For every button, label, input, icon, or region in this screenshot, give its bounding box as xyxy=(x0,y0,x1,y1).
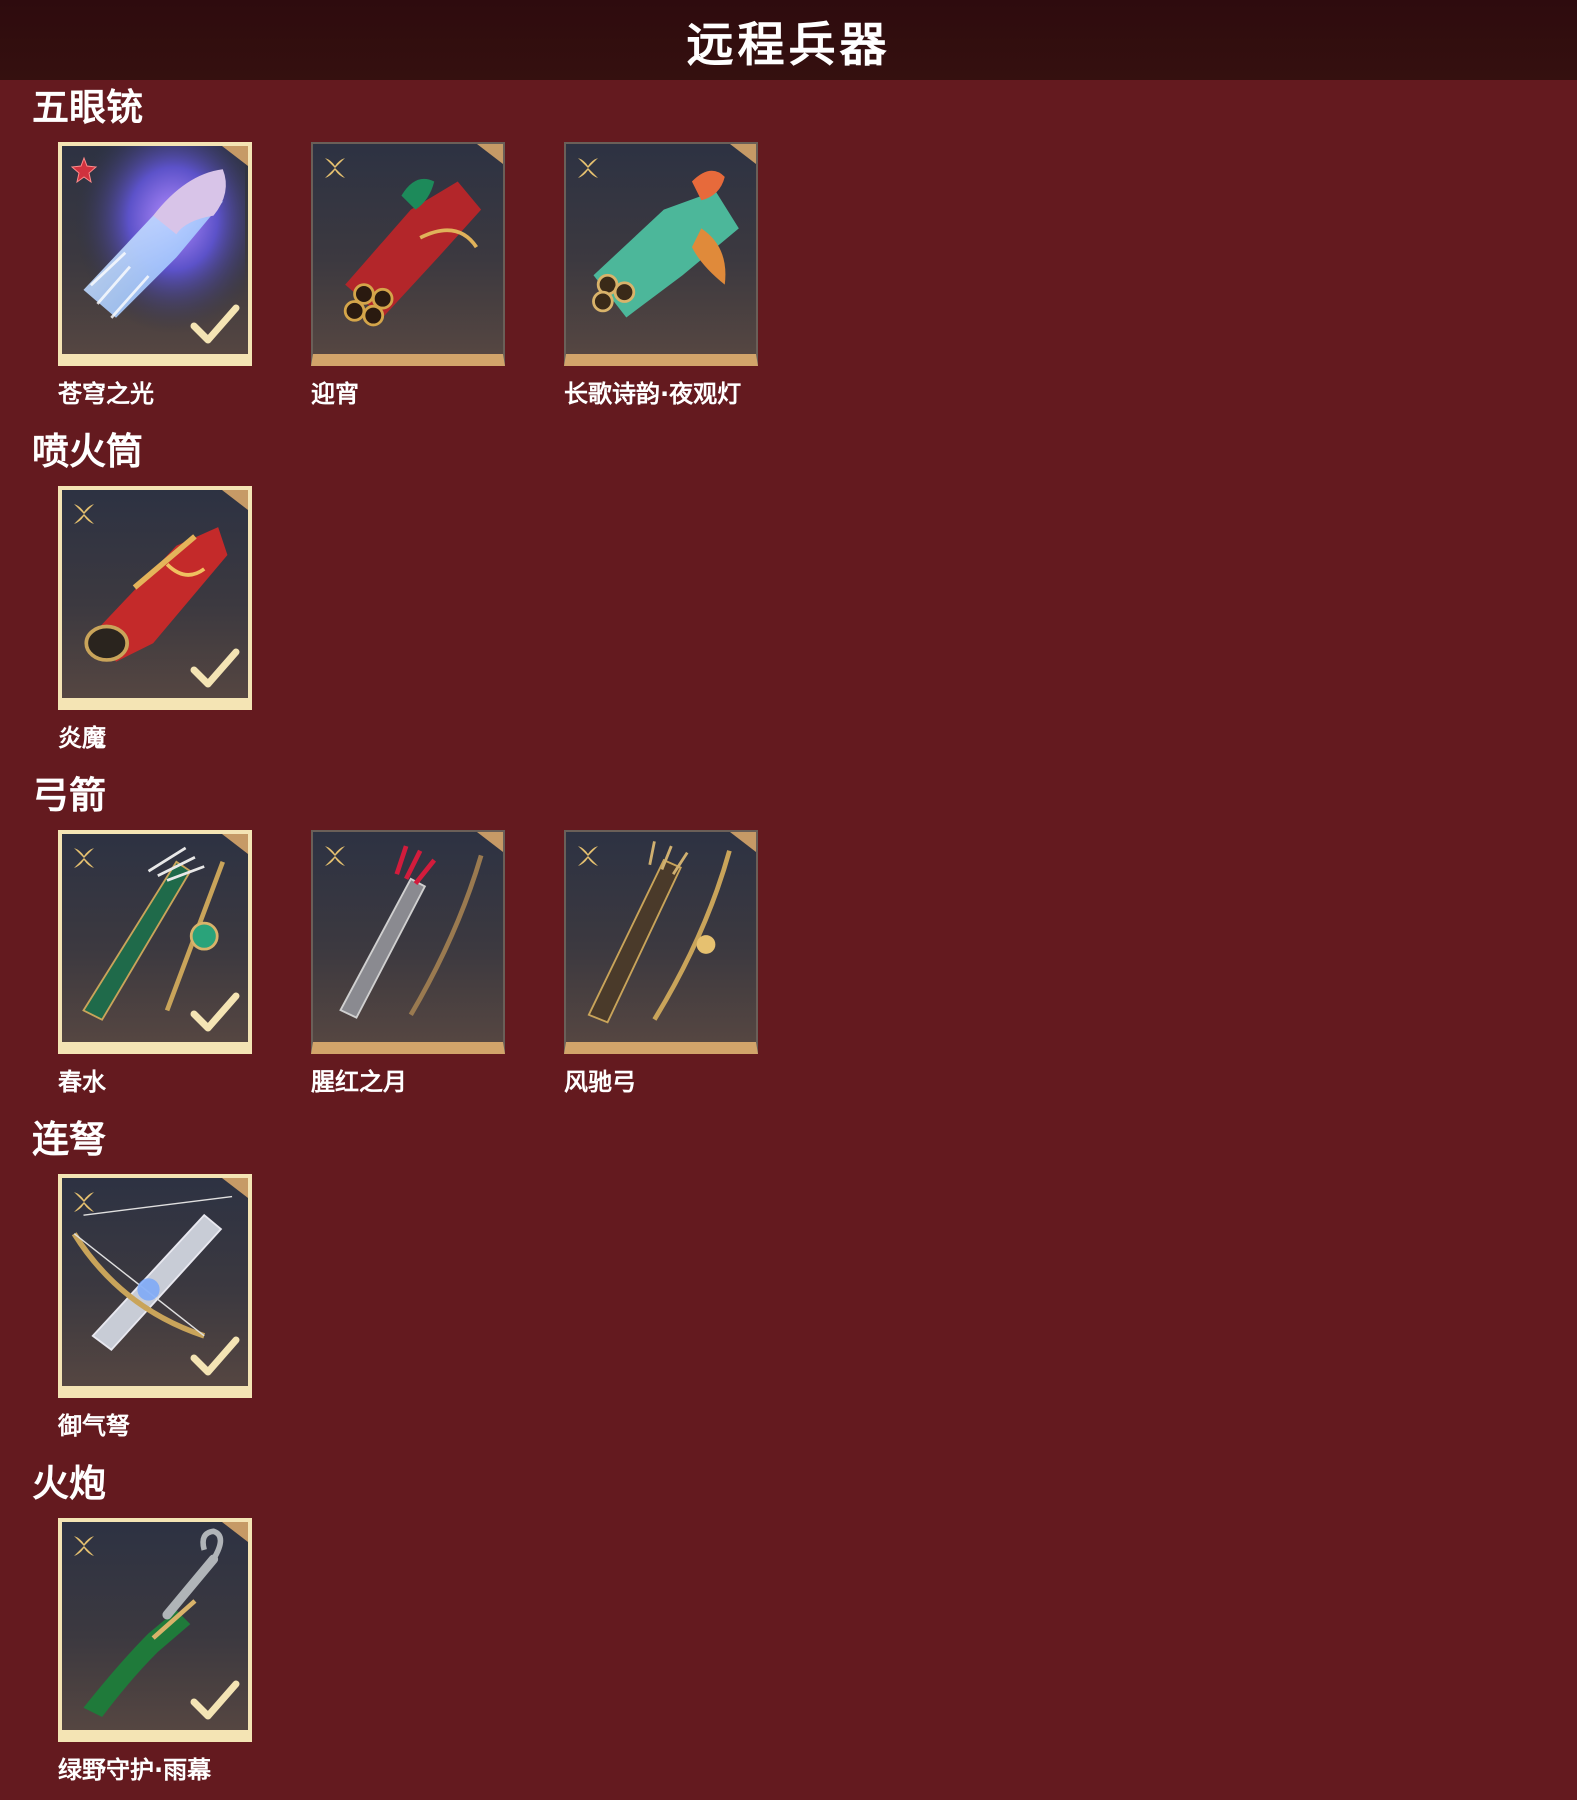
page-title: 远程兵器 xyxy=(686,17,891,73)
checkmark-icon xyxy=(190,304,240,344)
weapon-item[interactable]: 绿野守护·雨幕 xyxy=(58,1518,252,1785)
weapon-item[interactable]: 春水 xyxy=(58,830,252,1097)
section-cannon: 火炮 绿野守护·雨幕 xyxy=(0,1462,1577,1785)
red-star-icon xyxy=(70,156,98,184)
gold-flower-icon xyxy=(325,158,345,178)
gold-flower-icon xyxy=(325,846,345,866)
section-title: 连弩 xyxy=(32,1118,106,1161)
weapon-item[interactable]: 炎魔 xyxy=(58,486,252,753)
gold-flower-icon xyxy=(578,846,598,866)
weapon-card[interactable] xyxy=(58,1518,252,1742)
gold-flower-icon xyxy=(74,1536,94,1556)
weapon-item[interactable]: 长歌诗韵·夜观灯 xyxy=(564,142,758,409)
weapon-card[interactable] xyxy=(58,830,252,1054)
weapon-item[interactable]: 御气弩 xyxy=(58,1174,252,1441)
weapon-item[interactable]: 苍穹之光 xyxy=(58,142,252,409)
weapon-name: 风驰弓 xyxy=(564,1068,636,1096)
gold-flower-icon xyxy=(578,158,598,178)
weapon-name: 苍穹之光 xyxy=(58,380,154,408)
weapon-item[interactable]: 腥红之月 xyxy=(311,830,505,1097)
weapon-card[interactable] xyxy=(58,486,252,710)
weapon-item[interactable]: 迎宵 xyxy=(311,142,505,409)
weapon-card[interactable] xyxy=(311,830,505,1054)
checkmark-icon xyxy=(190,992,240,1032)
weapon-name: 迎宵 xyxy=(311,380,359,408)
weapon-card[interactable] xyxy=(564,142,758,366)
section-bow: 弓箭 春水 腥红之月 风驰弓 xyxy=(0,774,1577,1097)
weapon-card[interactable] xyxy=(311,142,505,366)
weapon-item[interactable]: 风驰弓 xyxy=(564,830,758,1097)
weapon-card[interactable] xyxy=(564,830,758,1054)
gold-flower-icon xyxy=(74,848,94,868)
checkmark-icon xyxy=(190,1336,240,1376)
page-header: 远程兵器 xyxy=(0,0,1577,80)
weapon-card[interactable] xyxy=(58,1174,252,1398)
section-title: 喷火筒 xyxy=(32,430,143,473)
weapon-name: 绿野守护·雨幕 xyxy=(58,1756,212,1784)
weapon-name: 春水 xyxy=(58,1068,106,1096)
checkmark-icon xyxy=(190,648,240,688)
weapon-card[interactable] xyxy=(58,142,252,366)
section-five-barrel-gun: 五眼铳 苍穹之光 迎宵 长歌诗韵·夜观灯 xyxy=(0,86,1577,409)
section-flamethrower: 喷火筒 炎魔 xyxy=(0,430,1577,753)
section-title: 弓箭 xyxy=(32,774,106,817)
checkmark-icon xyxy=(190,1680,240,1720)
gold-flower-icon xyxy=(74,504,94,524)
weapon-name: 腥红之月 xyxy=(311,1068,407,1096)
section-repeating-crossbow: 连弩 御气弩 xyxy=(0,1118,1577,1441)
gold-flower-icon xyxy=(74,1192,94,1212)
weapon-name: 御气弩 xyxy=(58,1412,130,1440)
section-title: 五眼铳 xyxy=(32,86,143,129)
weapon-name: 炎魔 xyxy=(58,724,106,752)
section-title: 火炮 xyxy=(32,1462,106,1505)
weapon-name: 长歌诗韵·夜观灯 xyxy=(564,380,742,408)
